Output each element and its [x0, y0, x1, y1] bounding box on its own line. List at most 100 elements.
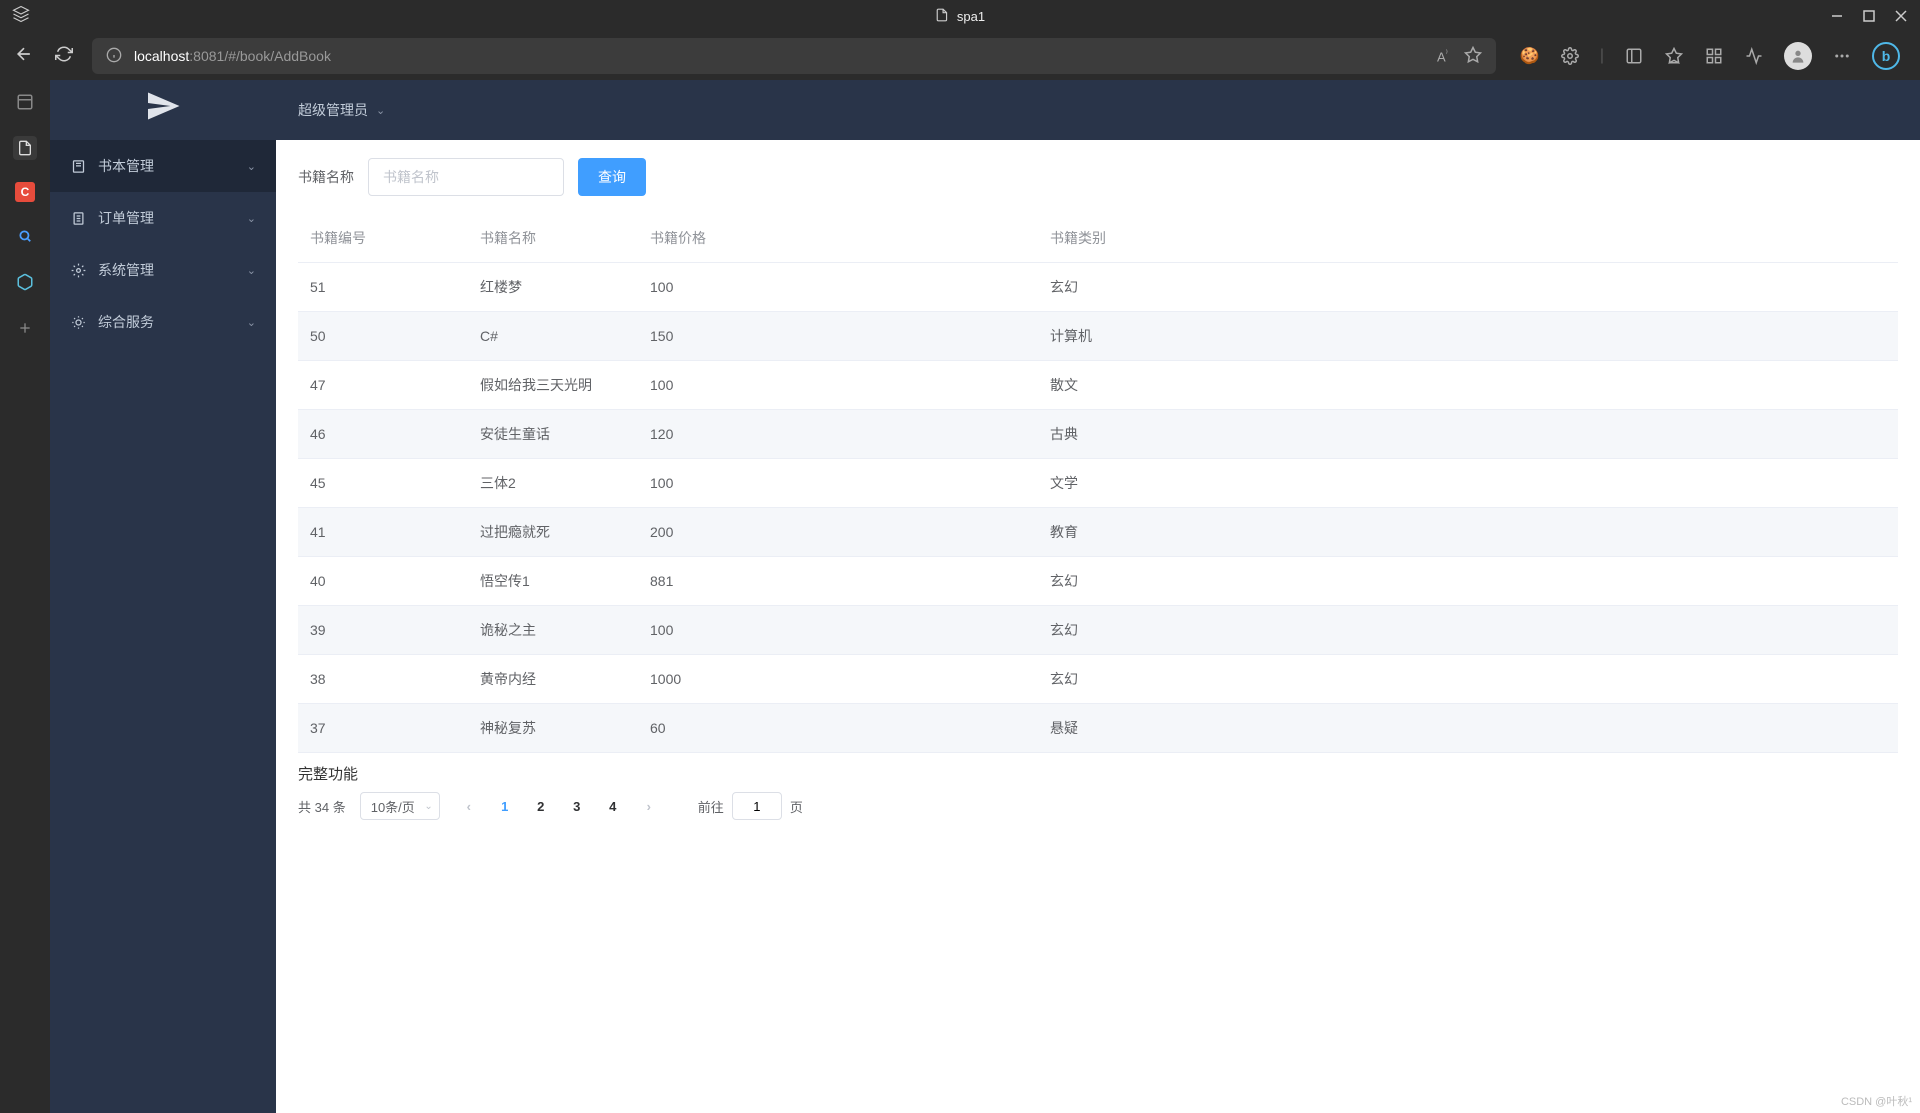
chevron-down-icon: ⌄ — [247, 316, 256, 329]
user-role-dropdown[interactable]: 超级管理员 ⌄ — [298, 100, 385, 120]
sidebar-item-orders[interactable]: 订单管理 ⌄ — [50, 192, 276, 244]
url-bar[interactable]: localhost:8081/#/book/AddBook A⁾ — [92, 38, 1496, 74]
table-cell: C# — [468, 312, 638, 361]
chevron-down-icon: ⌄ — [424, 801, 432, 812]
sidebar-item-label: 书本管理 — [98, 156, 154, 176]
activity-search-icon[interactable] — [13, 224, 37, 248]
table-cell: 100 — [638, 361, 1038, 410]
table-header-row: 书籍编号 书籍名称 书籍价格 书籍类别 — [298, 214, 1898, 263]
activity-box-icon[interactable] — [13, 270, 37, 294]
pager-page[interactable]: 2 — [526, 792, 556, 820]
search-input[interactable] — [368, 158, 564, 196]
info-icon[interactable] — [106, 47, 122, 66]
sidebar-toggle-icon[interactable] — [1624, 46, 1644, 66]
sun-icon — [70, 314, 86, 330]
favorite-icon[interactable] — [1464, 46, 1482, 67]
collections-icon[interactable] — [1704, 46, 1724, 66]
table-cell: 诡秘之主 — [468, 606, 638, 655]
table-cell: 100 — [638, 606, 1038, 655]
table-cell: 100 — [638, 459, 1038, 508]
search-button[interactable]: 查询 — [578, 158, 646, 196]
table-cell: 47 — [298, 361, 468, 410]
th-name: 书籍名称 — [468, 214, 638, 263]
table-cell: 安徒生童话 — [468, 410, 638, 459]
table-cell: 玄幻 — [1038, 557, 1898, 606]
search-row: 书籍名称 查询 — [298, 158, 1898, 196]
pagination-total: 共 34 条 — [298, 797, 346, 816]
main-area: 超级管理员 ⌄ 书籍名称 查询 书籍编号 书籍名称 书籍价格 书籍类别 — [276, 80, 1920, 1113]
table-cell: 60 — [638, 704, 1038, 753]
performance-icon[interactable] — [1744, 46, 1764, 66]
bing-icon[interactable]: b — [1872, 42, 1900, 70]
table-row: 38黄帝内经1000玄幻 — [298, 655, 1898, 704]
table-row: 37神秘复苏60悬疑 — [298, 704, 1898, 753]
sidebar-item-services[interactable]: 综合服务 ⌄ — [50, 296, 276, 348]
pagination-title: 完整功能 — [298, 763, 1898, 784]
extension-icon[interactable] — [1560, 46, 1580, 66]
table-cell: 文学 — [1038, 459, 1898, 508]
table-cell: 39 — [298, 606, 468, 655]
watermark: CSDN @叶秋¹ — [1841, 1093, 1912, 1109]
cookie-icon[interactable]: 🍪 — [1520, 46, 1540, 66]
sidebar-item-label: 订单管理 — [98, 208, 154, 228]
pager-page[interactable]: 3 — [562, 792, 592, 820]
table-cell: 计算机 — [1038, 312, 1898, 361]
browser-title-bar: spa1 — [0, 0, 1920, 32]
favorites-icon[interactable] — [1664, 46, 1684, 66]
refresh-button[interactable] — [52, 45, 76, 68]
table-cell: 玄幻 — [1038, 655, 1898, 704]
table-cell: 40 — [298, 557, 468, 606]
table-cell: 200 — [638, 508, 1038, 557]
th-price: 书籍价格 — [638, 214, 1038, 263]
app-icon — [12, 5, 30, 28]
table-cell: 1000 — [638, 655, 1038, 704]
more-icon[interactable] — [1832, 46, 1852, 66]
pager-prev[interactable]: ‹ — [454, 792, 484, 820]
table-cell: 古典 — [1038, 410, 1898, 459]
table-cell: 过把瘾就死 — [468, 508, 638, 557]
clipboard-icon — [70, 210, 86, 226]
table-cell: 散文 — [1038, 361, 1898, 410]
activity-tab-1[interactable] — [13, 90, 37, 114]
activity-tab-2[interactable] — [13, 136, 37, 160]
browser-tab[interactable]: spa1 — [935, 8, 985, 25]
pager: ‹ 1234 › — [454, 792, 664, 820]
close-button[interactable] — [1894, 9, 1908, 23]
table-cell: 玄幻 — [1038, 606, 1898, 655]
pager-next[interactable]: › — [634, 792, 664, 820]
pager-page[interactable]: 1 — [490, 792, 520, 820]
sidebar-item-books[interactable]: 书本管理 ⌄ — [50, 140, 276, 192]
th-category: 书籍类别 — [1038, 214, 1898, 263]
chevron-down-icon: ⌄ — [247, 212, 256, 225]
back-button[interactable] — [12, 44, 36, 69]
chevron-down-icon: ⌄ — [247, 160, 256, 173]
pagination-jumper: 前往 页 — [698, 792, 803, 820]
books-table: 书籍编号 书籍名称 书籍价格 书籍类别 51红楼梦100玄幻50C#150计算机… — [298, 214, 1898, 753]
minimize-button[interactable] — [1830, 9, 1844, 23]
table-cell: 45 — [298, 459, 468, 508]
table-row: 47假如给我三天光明100散文 — [298, 361, 1898, 410]
pager-page[interactable]: 4 — [598, 792, 628, 820]
jumper-input[interactable] — [732, 792, 782, 820]
th-id: 书籍编号 — [298, 214, 468, 263]
read-aloud-icon[interactable]: A⁾ — [1437, 48, 1448, 64]
table-cell: 41 — [298, 508, 468, 557]
sidebar-item-system[interactable]: 系统管理 ⌄ — [50, 244, 276, 296]
file-icon — [935, 8, 949, 25]
chevron-down-icon: ⌄ — [247, 264, 256, 277]
sidebar-item-label: 系统管理 — [98, 260, 154, 280]
activity-c-icon[interactable]: C — [15, 182, 35, 202]
sidebar: 书本管理 ⌄ 订单管理 ⌄ 系统管理 ⌄ 综合服务 ⌄ — [50, 80, 276, 1113]
tab-title: spa1 — [957, 9, 985, 24]
activity-add-icon[interactable] — [13, 316, 37, 340]
user-avatar[interactable] — [1784, 42, 1812, 70]
maximize-button[interactable] — [1862, 9, 1876, 23]
table-cell: 悬疑 — [1038, 704, 1898, 753]
table-cell: 46 — [298, 410, 468, 459]
table-cell: 红楼梦 — [468, 263, 638, 312]
page-size-select[interactable]: 10条/页 ⌄ — [360, 792, 440, 820]
table-cell: 悟空传1 — [468, 557, 638, 606]
url-text: localhost:8081/#/book/AddBook — [134, 48, 331, 64]
header: 超级管理员 ⌄ — [276, 80, 1920, 140]
table-cell: 神秘复苏 — [468, 704, 638, 753]
